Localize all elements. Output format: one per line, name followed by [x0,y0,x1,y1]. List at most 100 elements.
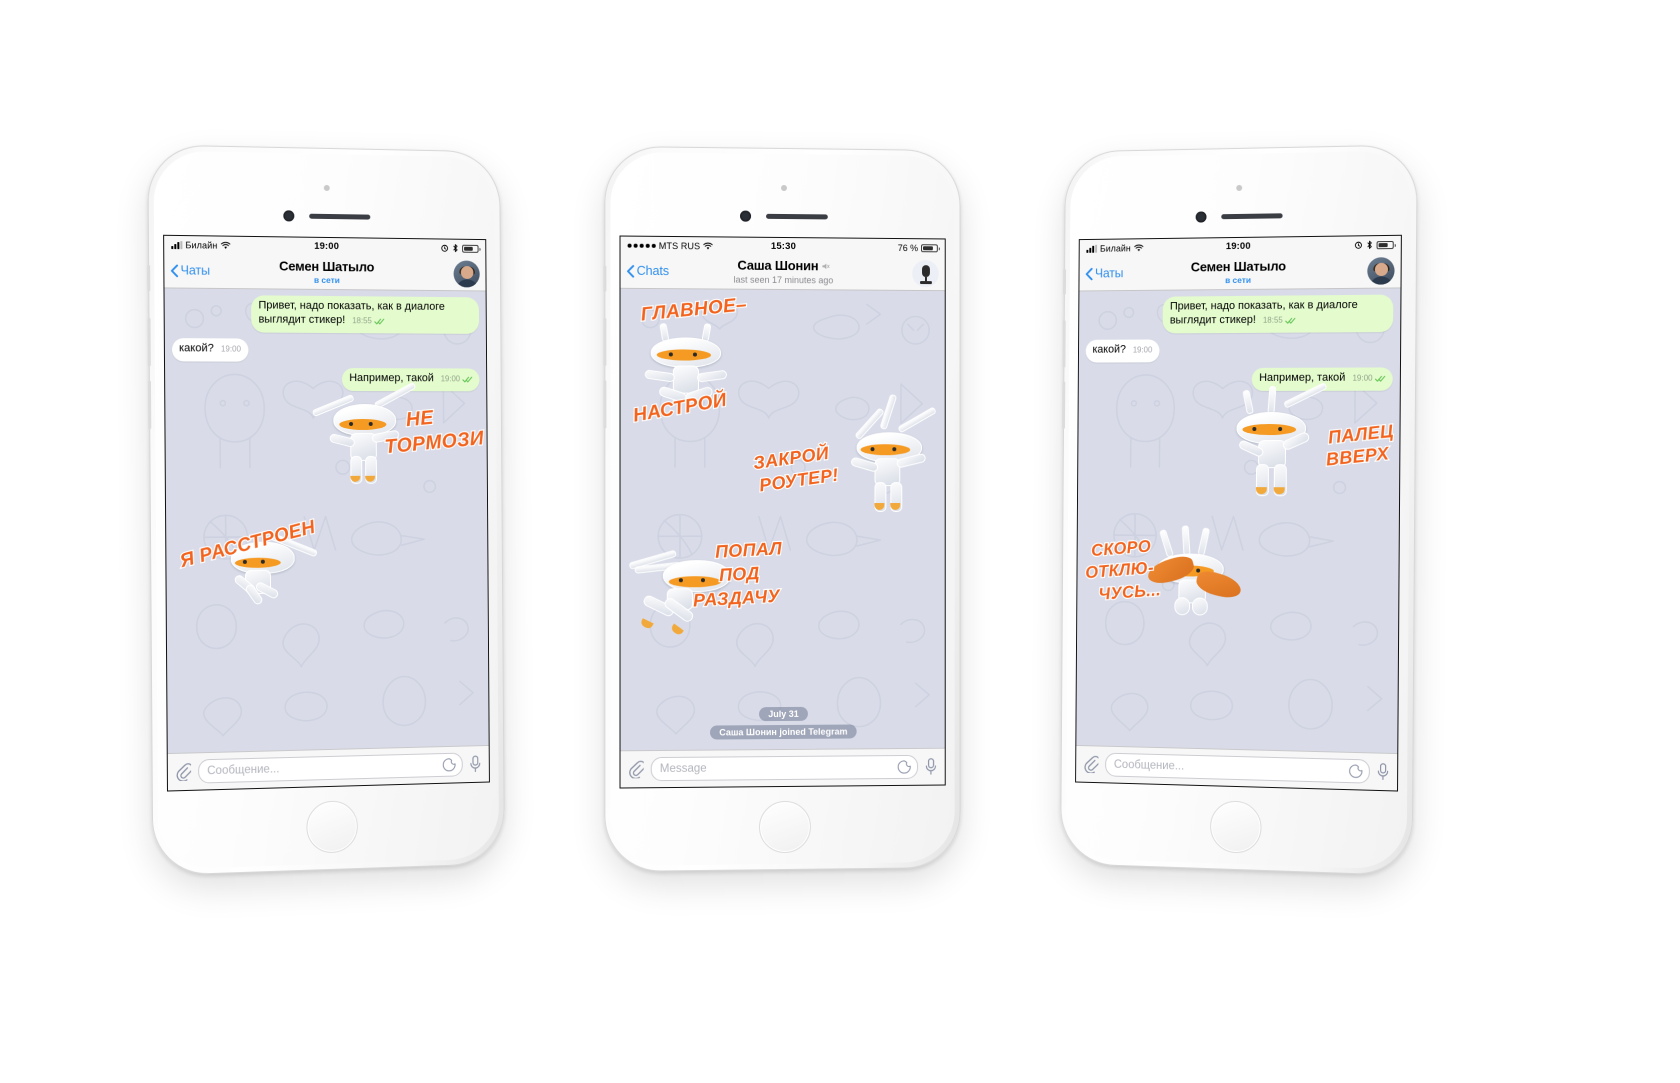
message-bubble[interactable]: Привет, надо показать, как в диалоге выг… [251,295,480,334]
volume-up-button[interactable] [1062,320,1066,368]
bot-eye [1252,427,1257,432]
sticker-caption-line: ПОД [717,562,761,586]
silent-switch[interactable] [147,264,151,292]
volume-down-button[interactable] [1062,381,1066,429]
bot-figure [1228,382,1336,501]
volume-down-button[interactable] [147,380,152,430]
bot-antenna [1159,528,1174,558]
sticker-caption-line: СКОРО [1089,535,1152,561]
screen: Билайн 19:00 Чаты Семен Шатыло в сети Пр… [1075,234,1402,792]
chat-area[interactable]: Привет, надо показать, как в диалоге выг… [164,288,489,754]
double-check-icon [374,317,385,325]
bot-eye [368,421,373,426]
message-row: Привет, надо показать, как в диалоге выг… [1086,294,1394,334]
back-label: Chats [636,263,669,279]
bot-visor [656,349,712,361]
bot-figure [1145,525,1262,632]
status-right: 76 % [898,243,938,253]
message-time: 18:55 [1262,315,1283,325]
sticker-caption-line: ПОПАЛ [713,537,783,563]
volume-up-button[interactable] [603,317,607,367]
sticker-ya-rasstroen[interactable]: Я РАССТРОЕН [172,505,348,617]
avatar-microphone-body [921,264,930,277]
back-label: Чаты [1094,266,1124,281]
bot-leg [1191,597,1208,616]
bluetooth-icon [451,244,459,253]
bot-antenna [1283,382,1328,409]
message-text: какой? [1092,343,1126,356]
earpiece-speaker [1220,213,1283,220]
avatar-body [1368,275,1394,285]
ambient-sensor-icon [780,184,787,192]
date-separator: July 31 [759,706,808,722]
chat-area[interactable]: Привет, надо показать, как в диалоге выг… [1076,288,1401,754]
battery-percent-label: 76 % [897,242,919,253]
back-to-chats-button[interactable]: Чаты [170,263,210,278]
chat-title-text: Саша Шонин [737,257,819,274]
front-camera-icon [739,210,751,222]
back-to-chats-button[interactable]: Chats [627,264,669,278]
double-check-icon [1375,375,1386,383]
message-placeholder: Message [659,762,707,776]
status-time: 15:30 [770,240,797,253]
paperclip-icon[interactable] [176,763,191,782]
paperclip-icon[interactable] [1084,755,1099,773]
chat-status: в сети [313,275,340,286]
nav-bar: Чаты Семен Шатыло в сети [1079,253,1401,292]
message-time: 19:00 [1352,373,1373,383]
nav-center: Саша Шонин last seen 17 minutes ago [621,257,945,287]
sticker-icon[interactable] [442,758,456,772]
silent-switch[interactable] [1063,268,1067,295]
volume-up-button[interactable] [147,317,151,367]
microphone-icon[interactable] [925,758,937,776]
earpiece-speaker [308,213,370,220]
microphone-icon[interactable] [469,755,481,773]
bluetooth-icon [1365,240,1373,249]
message-input[interactable]: Сообщение... [198,752,463,784]
chat-area[interactable]: ГЛАВНОЕ– НАСТРОЙ ЗАКРОЙ РОУТЕР! ПОПАЛ ПО… [620,288,945,751]
volume-down-button[interactable] [603,380,607,429]
microphone-icon[interactable] [1377,763,1389,782]
screen: MTS RUS 15:30 76 % Chats Саша Шонин last… [619,235,946,789]
message-placeholder: Сообщение... [207,763,280,778]
avatar[interactable] [1367,256,1395,285]
message-meta: 19:00 [1133,345,1153,355]
screen: Билайн 19:00 Чаты Семен Шатыло в сети Пр… [163,234,490,792]
message-placeholder: Сообщение... [1113,758,1185,773]
chevron-left-icon [170,264,178,277]
message-row: какой? 19:00 [1085,338,1393,363]
sticker-icon[interactable] [897,760,911,774]
bot-eye [349,421,354,426]
sticker-icon[interactable] [1349,764,1363,778]
alarm-icon [441,243,449,252]
message-row: Привет, надо показать, как в диалоге выг… [172,295,480,334]
message-input[interactable]: Сообщение... [1105,752,1370,784]
ambient-sensor-icon [1235,184,1242,192]
phone-right: Билайн 19:00 Чаты Семен Шатыло в сети Пр… [1060,144,1418,877]
sticker-caption-line: ЧУСЬ... [1097,579,1163,605]
status-right [1354,240,1394,250]
earpiece-speaker [765,213,828,220]
sticker-skoro-otklyuchus[interactable]: СКОРО ОТКЛЮ- ЧУСЬ... [1083,519,1282,641]
message-bubble[interactable]: какой? 19:00 [1085,339,1160,363]
paperclip-icon[interactable] [629,760,644,778]
bot-antenna [1242,389,1254,415]
bot-antenna [1267,385,1277,415]
message-bubble[interactable]: какой? 19:00 [171,338,249,362]
home-button[interactable] [758,800,811,854]
double-check-icon [1285,317,1296,325]
sticker-zakroy-router[interactable]: ЗАКРОЙ РОУТЕР! [749,393,945,524]
avatar[interactable] [453,259,480,287]
message-bubble[interactable]: Привет, надо показать, как в диалоге выг… [1162,294,1394,334]
sticker-ne-tormozi[interactable]: НЕ ТОРМОЗИ [307,381,486,490]
status-right [441,243,479,252]
bot-eye [678,578,683,583]
back-to-chats-button[interactable]: Чаты [1085,266,1123,280]
sticker-popal-pod-razdachu[interactable]: ПОПАЛ ПОД РАЗДАЧУ [628,528,841,649]
message-input[interactable]: Message [650,754,919,782]
message-text: какой? [179,342,214,355]
sticker-palec-vverh[interactable]: ПАЛЕЦ ВВЕРХ [1214,382,1400,505]
silent-switch[interactable] [603,265,607,292]
bot-antenna [897,406,937,434]
avatar[interactable] [912,259,939,287]
